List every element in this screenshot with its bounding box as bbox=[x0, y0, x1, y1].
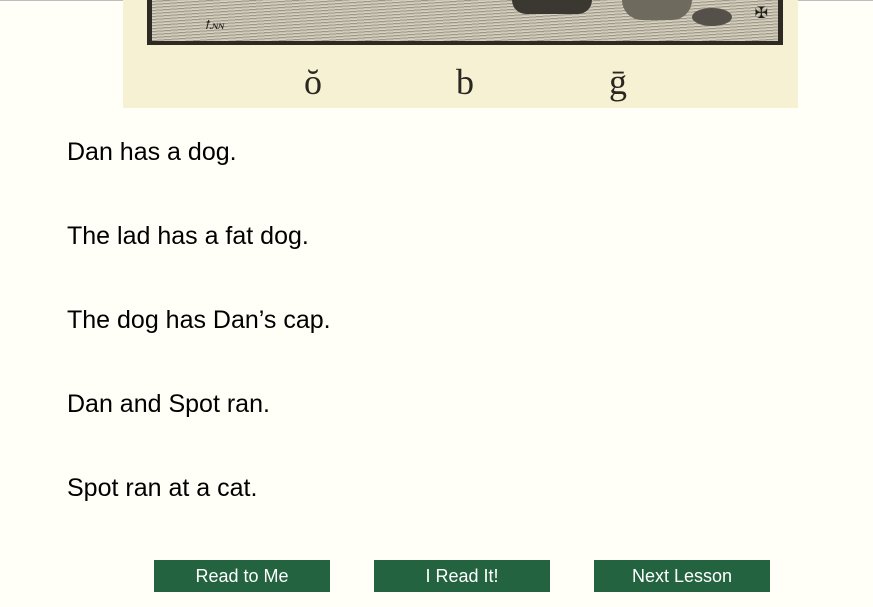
engraving-illustration: ꝉ.ɴɴ ✠ bbox=[147, 0, 783, 45]
artist-signature: ꝉ.ɴɴ bbox=[204, 18, 225, 32]
engraving-detail bbox=[692, 8, 732, 26]
reading-sentence: The lad has a fat dog. bbox=[67, 222, 309, 250]
engraving-detail bbox=[622, 0, 692, 20]
i-read-it-button[interactable]: I Read It! bbox=[374, 560, 550, 592]
reading-sentence: The dog has Dan’s cap. bbox=[67, 306, 331, 334]
lesson-illustration: ꝉ.ɴɴ ✠ ŏ b ḡ bbox=[123, 0, 798, 108]
phonogram-b: b bbox=[456, 62, 474, 102]
next-lesson-button[interactable]: Next Lesson bbox=[594, 560, 770, 592]
reading-sentence: Dan and Spot ran. bbox=[67, 390, 270, 418]
read-to-me-button[interactable]: Read to Me bbox=[154, 560, 330, 592]
phonogram-short-o: ŏ bbox=[304, 62, 322, 102]
engraving-detail bbox=[512, 0, 592, 14]
phonogram-hard-g: ḡ bbox=[609, 62, 627, 102]
engraver-mark: ✠ bbox=[754, 5, 768, 22]
reading-sentence: Spot ran at a cat. bbox=[67, 474, 258, 502]
reading-sentence: Dan has a dog. bbox=[67, 138, 237, 166]
